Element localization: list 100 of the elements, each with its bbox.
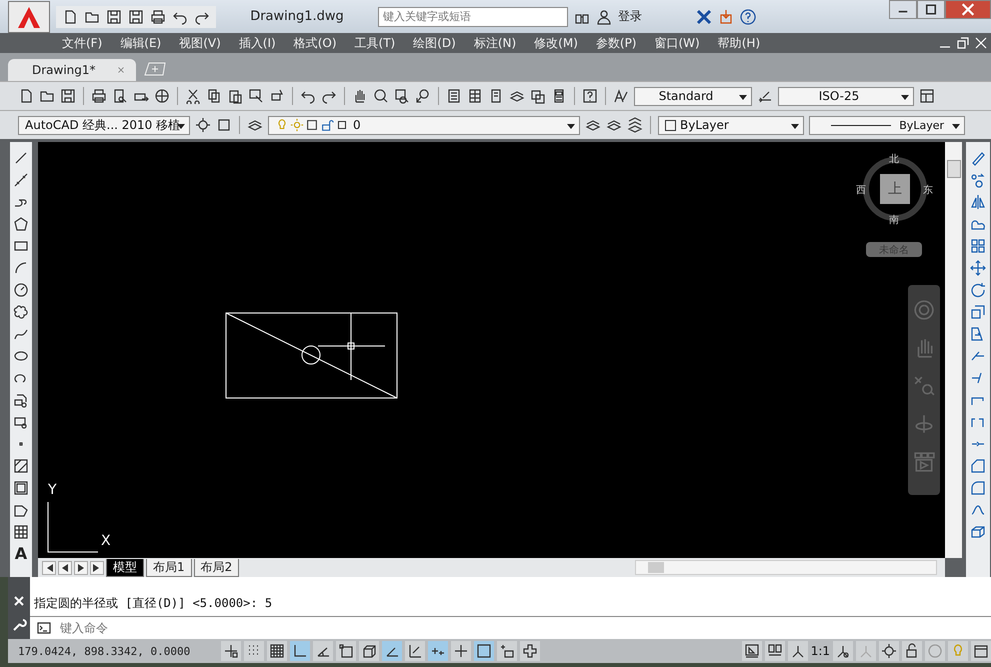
hatch-icon[interactable]	[13, 458, 29, 474]
transparency-icon[interactable]	[474, 641, 494, 661]
annotation-scale-icon[interactable]	[788, 641, 808, 661]
save-icon[interactable]	[106, 8, 122, 24]
layout-tab[interactable]: 模型	[106, 558, 144, 576]
horizontal-scrollbar[interactable]	[635, 560, 937, 575]
lock-icon[interactable]	[902, 641, 922, 661]
printer-icon[interactable]	[91, 88, 107, 104]
wrench-icon[interactable]	[11, 617, 27, 633]
help-icon[interactable]	[582, 88, 598, 104]
grid-icon[interactable]	[267, 641, 287, 661]
close-icon[interactable]	[116, 65, 126, 75]
login-link[interactable]: 登录	[618, 8, 642, 25]
layout-tab[interactable]: 布局1	[146, 558, 192, 576]
preview-icon[interactable]	[112, 88, 128, 104]
table-style-icon[interactable]	[919, 88, 935, 104]
menu-item[interactable]: 工具(T)	[354, 34, 396, 52]
download-icon[interactable]	[718, 8, 734, 24]
gradient-icon[interactable]	[13, 480, 29, 496]
ducs-icon[interactable]	[405, 641, 425, 661]
box-3d-icon[interactable]	[970, 524, 986, 540]
zoom-previous-icon[interactable]	[415, 88, 431, 104]
eraser-icon[interactable]	[970, 150, 986, 166]
minimize-icon[interactable]	[889, 0, 917, 19]
scale-icon[interactable]	[970, 304, 986, 320]
color-dropdown[interactable]: ByLayer	[658, 116, 804, 134]
osnap-icon[interactable]	[336, 641, 356, 661]
save-icon[interactable]	[128, 8, 144, 24]
layer-stack-icon[interactable]	[627, 117, 643, 133]
polygon-icon[interactable]	[13, 216, 29, 232]
text-tool[interactable]: A	[14, 546, 28, 562]
otrack-icon[interactable]	[382, 641, 402, 661]
lineweight-icon[interactable]	[451, 641, 471, 661]
dim-style-dropdown[interactable]: ISO-25	[778, 86, 914, 106]
array-icon[interactable]	[970, 238, 986, 254]
table-icon[interactable]	[13, 524, 29, 540]
maximize-icon[interactable]	[216, 117, 232, 133]
grid-panel-icon[interactable]	[467, 88, 483, 104]
ortho-icon[interactable]	[290, 641, 310, 661]
line-icon[interactable]	[13, 150, 29, 166]
arc-icon[interactable]	[13, 260, 29, 276]
last-icon[interactable]	[90, 560, 104, 574]
command-prompt-icon[interactable]	[36, 620, 52, 636]
menu-item[interactable]: 标注(N)	[474, 34, 516, 52]
scissors-icon[interactable]	[185, 88, 201, 104]
menu-item[interactable]: 编辑(E)	[120, 34, 162, 52]
zoom-icon[interactable]	[373, 88, 389, 104]
menu-item[interactable]: 插入(I)	[238, 34, 276, 52]
sheets-icon[interactable]	[530, 88, 546, 104]
zoom-window-icon[interactable]	[394, 88, 410, 104]
workspace-dropdown[interactable]: AutoCAD 经典... 2010 移植	[18, 116, 190, 134]
xline-icon[interactable]	[13, 172, 29, 188]
cube-icon[interactable]	[359, 641, 379, 661]
document-tab[interactable]: Drawing1*	[8, 59, 136, 81]
move-icon[interactable]	[970, 260, 986, 276]
restore-icon[interactable]	[955, 35, 971, 51]
menu-item[interactable]: 帮助(H)	[718, 34, 760, 52]
insert-block-icon[interactable]	[13, 392, 29, 408]
annotation-visibility-icon[interactable]	[833, 641, 853, 661]
snap-icon[interactable]	[221, 641, 241, 661]
rotate-icon[interactable]	[970, 282, 986, 298]
properties-icon[interactable]	[446, 88, 462, 104]
menu-item[interactable]: 窗口(W)	[654, 34, 700, 52]
search-field[interactable]: 键入关键字或短语	[378, 6, 568, 26]
cloud-icon[interactable]	[13, 304, 29, 320]
previous-icon[interactable]	[58, 560, 72, 574]
layout-tab[interactable]: 布局2	[194, 558, 240, 576]
layer-dropdown[interactable]: 0	[268, 116, 580, 134]
globe-icon[interactable]	[154, 88, 170, 104]
close-icon[interactable]	[973, 35, 989, 51]
help-icon[interactable]	[740, 8, 756, 24]
polar-icon[interactable]	[313, 641, 333, 661]
annotation-scale-dropdown[interactable]: 1:1	[810, 644, 830, 658]
dynamic-input-icon[interactable]	[428, 641, 448, 661]
linetype-dropdown[interactable]: ByLayer	[809, 116, 965, 134]
printer-icon[interactable]	[150, 8, 166, 24]
quick-properties-icon[interactable]	[497, 641, 517, 661]
chamfer-icon[interactable]	[970, 458, 986, 474]
exchange-x-icon[interactable]	[696, 8, 712, 24]
next-icon[interactable]	[74, 560, 88, 574]
cycle-icon[interactable]	[520, 641, 540, 661]
save-icon[interactable]	[60, 88, 76, 104]
brush-icon[interactable]	[248, 88, 264, 104]
user-icon[interactable]	[596, 8, 612, 24]
menu-item[interactable]: 文件(F)	[62, 34, 102, 52]
paste-icon[interactable]	[227, 88, 243, 104]
clean-screen-icon[interactable]	[971, 641, 991, 661]
vertical-scrollbar[interactable]	[945, 142, 962, 558]
close-icon[interactable]	[945, 0, 991, 19]
first-icon[interactable]	[42, 560, 56, 574]
text-style-dropdown[interactable]: Standard	[634, 86, 752, 106]
menu-item[interactable]: 修改(M)	[534, 34, 578, 52]
layout-panes-icon[interactable]	[764, 641, 785, 661]
viewcube-top-face[interactable]: 上	[880, 174, 910, 204]
menu-item[interactable]: 参数(P)	[596, 34, 636, 52]
dots-icon[interactable]	[244, 641, 264, 661]
mirror-icon[interactable]	[970, 194, 986, 210]
menu-item[interactable]: 视图(V)	[179, 34, 221, 52]
fillet-icon[interactable]	[970, 480, 986, 496]
text-style-icon[interactable]	[613, 88, 629, 104]
